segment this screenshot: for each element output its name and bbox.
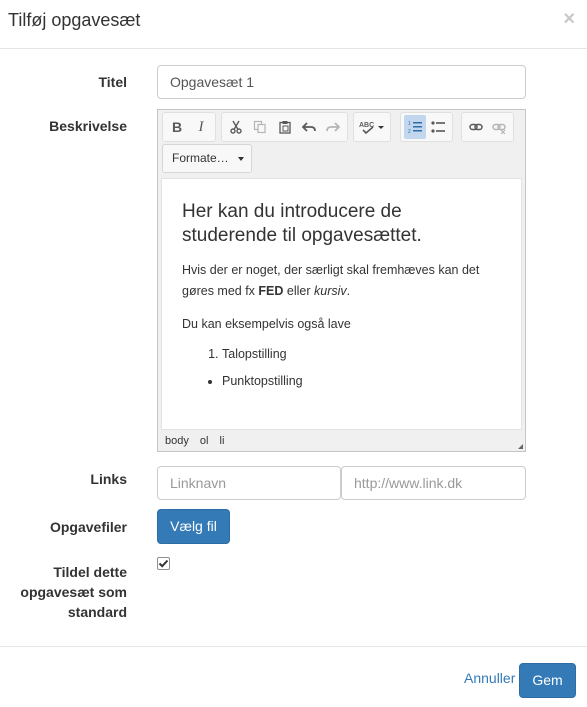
title-label: Titel [98,74,127,90]
redo-icon[interactable] [322,115,344,139]
italic-icon[interactable]: I [190,115,212,139]
format-select[interactable]: Formate… [162,144,252,173]
para1-italic: kursiv [314,284,347,298]
toolbar-group-link [461,112,514,142]
editor-content-area[interactable]: Her kan du introducere de studerende til… [161,178,522,430]
svg-text:2: 2 [408,129,411,134]
bullet-list-icon[interactable] [428,115,450,139]
path-ol[interactable]: ol [200,435,209,447]
default-label: Tildel dette opgavesæt som standard [0,562,127,622]
default-checkbox[interactable] [157,557,170,570]
editor-paragraph-2: Du kan eksempelvis også lave [182,317,351,331]
cancel-button[interactable]: Annuller [464,670,515,686]
default-label-line-3: standard [67,604,127,620]
link-url-input[interactable] [341,466,526,500]
list-item: Punktopstilling [222,374,501,388]
cut-icon[interactable] [225,115,247,139]
link-name-input[interactable] [157,466,341,500]
numbered-list-icon[interactable]: 12 [404,115,426,139]
chevron-down-icon [238,157,244,161]
toolbar-group-format: B I [162,112,216,142]
list-item: Talopstilling [222,347,501,361]
files-label: Opgavefiler [49,519,127,535]
modal-footer: Annuller Gem [0,646,587,707]
default-label-line-1: Tildel dette [53,564,127,580]
editor-paragraph-1: Hvis der er noget, der særligt skal frem… [182,260,501,302]
resize-handle[interactable] [518,444,523,449]
checkmark-icon [158,559,169,568]
link-icon[interactable] [465,115,487,139]
paste-icon[interactable] [273,115,295,139]
svg-text:1: 1 [408,121,411,127]
unlink-icon[interactable] [489,115,511,139]
path-li[interactable]: li [220,435,225,447]
format-select-label: Formate… [172,151,229,165]
add-assignment-set-modal: Tilføj opgavesæt × Titel Beskrivelse B I [0,0,587,707]
choose-file-button[interactable]: Vælg fil [157,509,230,544]
bold-icon[interactable]: B [166,115,188,139]
ordered-list: Talopstilling [182,347,501,361]
description-label: Beskrivelse [49,118,127,134]
default-label-line-2: opgavesæt som [20,584,127,600]
modal-title: Tilføj opgavesæt [8,10,141,30]
toolbar-group-lists: 12 [400,112,453,142]
editor-heading: Her kan du introducere de studerende til… [182,201,422,246]
para1-middle: eller [283,284,314,298]
modal-header: Tilføj opgavesæt × [0,0,587,49]
save-button[interactable]: Gem [519,663,576,698]
undo-icon[interactable] [298,115,320,139]
editor-statusbar: body ol li [161,431,522,450]
toolbar-group-spellcheck: ABC [353,112,391,142]
path-body[interactable]: body [165,435,189,447]
spellcheck-icon[interactable]: ABC [357,115,387,139]
toolbar-group-clipboard [221,112,348,142]
links-label: Links [90,471,127,487]
close-button[interactable]: × [563,8,575,31]
copy-icon[interactable] [249,115,271,139]
title-input[interactable] [157,65,526,99]
rich-text-editor: B I ABC 1 2 Formate… Her kan du introduc… [157,109,526,452]
para1-end: . [346,284,351,298]
bullet-list: Punktopstilling [182,374,501,388]
para1-bold: FED [258,284,284,298]
